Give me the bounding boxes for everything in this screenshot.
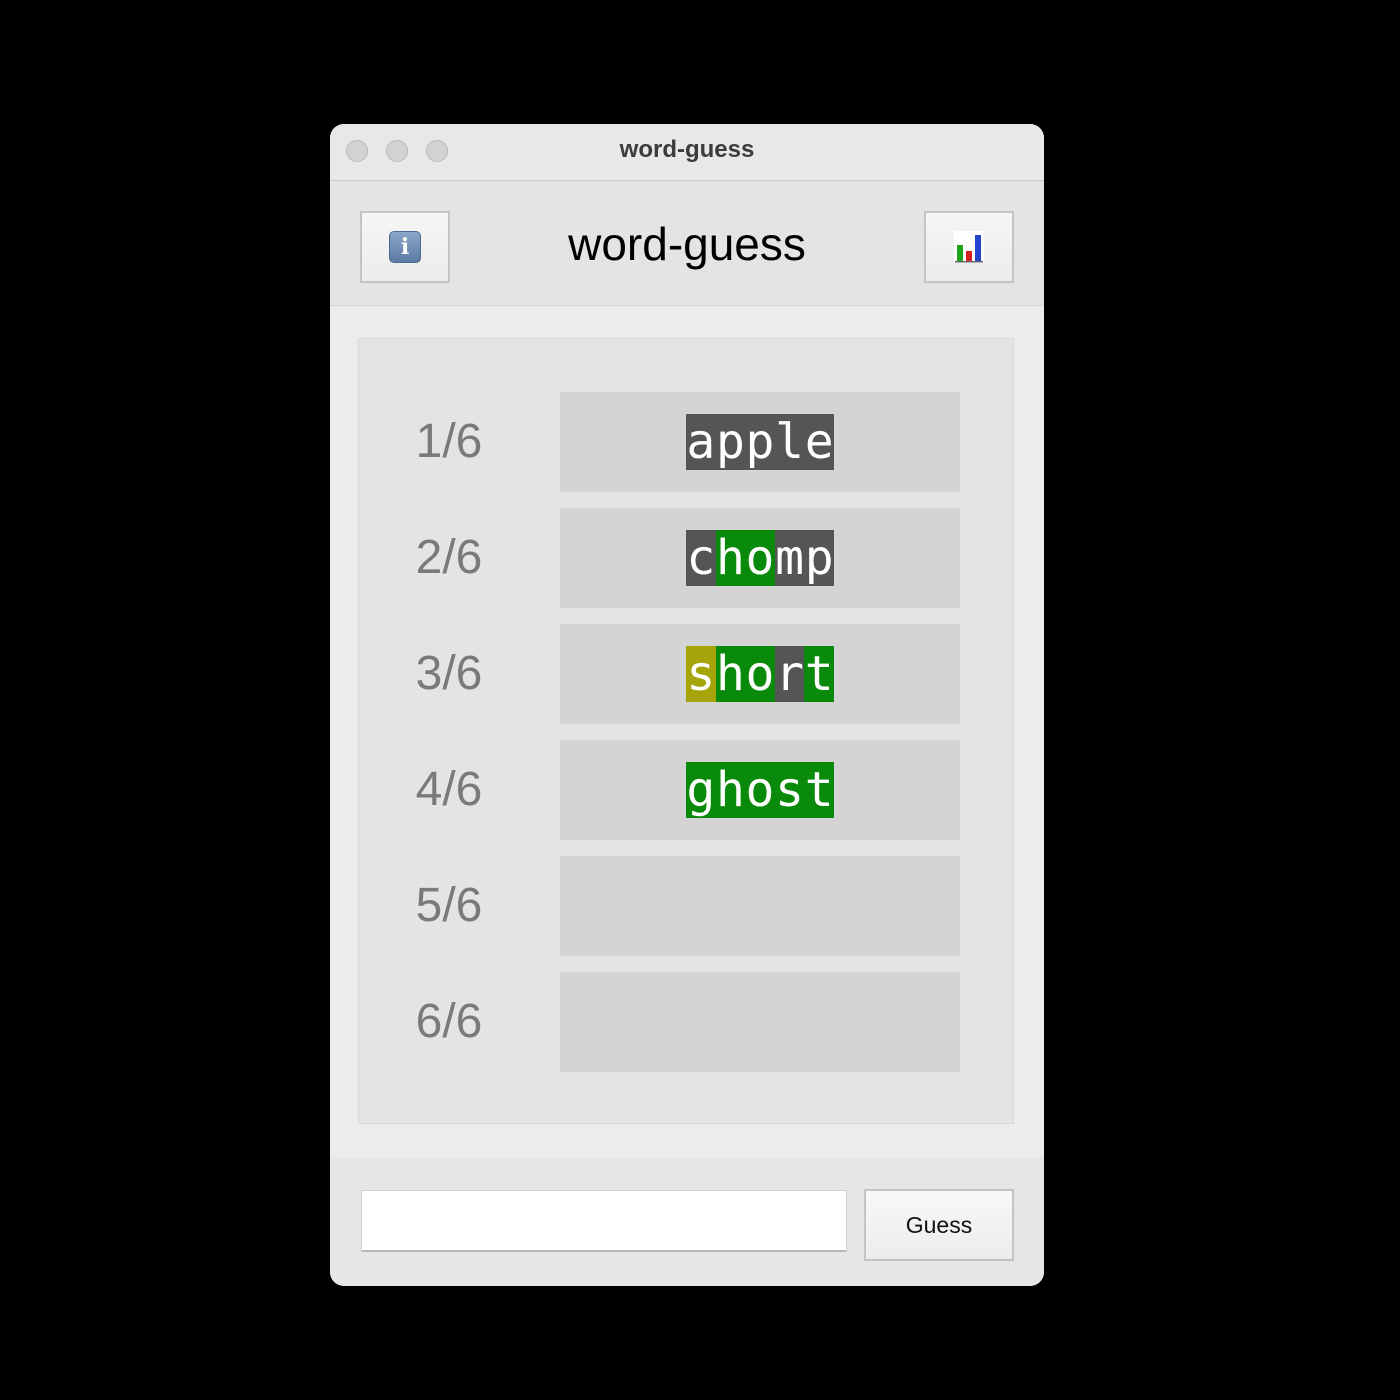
letter-tile-correct: h bbox=[715, 530, 746, 586]
window-title: word-guess bbox=[619, 136, 755, 163]
guess-word: apple bbox=[686, 414, 834, 470]
letter-tile-correct: h bbox=[715, 646, 746, 702]
guess-word: ghost bbox=[686, 762, 834, 818]
letter-tile-correct: o bbox=[745, 530, 775, 586]
letter-tile-absent: a bbox=[686, 414, 716, 470]
app-window: word-guess i word-guess 1/6 a p p l e 2/6 c h o m p… bbox=[330, 124, 1044, 1286]
guess-row bbox=[560, 972, 960, 1072]
title-bar: word-guess bbox=[330, 124, 1044, 181]
letter-tile-correct: o bbox=[745, 762, 775, 818]
guess-row: apple bbox=[560, 392, 960, 492]
letter-tile-absent: m bbox=[774, 530, 805, 586]
letter-tile-correct: h bbox=[715, 762, 746, 818]
stats-button[interactable] bbox=[924, 211, 1014, 283]
letter-tile-correct: s bbox=[774, 762, 805, 818]
letter-tile-absent: p bbox=[745, 414, 775, 470]
guess-row: chomp bbox=[560, 508, 960, 608]
row-label: 2/6 bbox=[415, 531, 483, 584]
letter-tile-absent: p bbox=[804, 530, 834, 586]
letter-tile-absent: r bbox=[774, 646, 805, 702]
letter-tile-absent: p bbox=[715, 414, 746, 470]
guess-word: short bbox=[686, 646, 834, 702]
letter-tile-absent: e bbox=[804, 414, 834, 470]
letter-tile-present: s bbox=[686, 646, 716, 702]
letter-tile-correct: o bbox=[745, 646, 775, 702]
row-label: 6/6 bbox=[415, 995, 483, 1048]
input-bar: Guess bbox=[330, 1158, 1044, 1286]
guess-row: short bbox=[560, 624, 960, 724]
row-label: 5/6 bbox=[415, 879, 483, 932]
row-label: 1/6 bbox=[415, 415, 483, 468]
guess-board: 1/6 a p p l e 2/6 c h o m p 3/6 s h o r t 4/6 g h o s t 5/6 6/6 bbox=[358, 338, 1014, 1124]
letter-tile-absent: c bbox=[686, 530, 716, 586]
guess-button[interactable]: Guess bbox=[864, 1189, 1014, 1261]
letter-tile-correct: g bbox=[686, 762, 716, 818]
guess-word: chomp bbox=[686, 530, 834, 586]
row-label: 4/6 bbox=[415, 763, 483, 816]
guess-row: ghost bbox=[560, 740, 960, 840]
guess-input[interactable] bbox=[361, 1190, 847, 1252]
app-header: i word-guess bbox=[330, 181, 1044, 306]
letter-tile-absent: l bbox=[774, 414, 805, 470]
guess-row bbox=[560, 856, 960, 956]
letter-tile-correct: t bbox=[804, 762, 834, 818]
bar-chart-icon bbox=[954, 231, 984, 263]
row-label: 3/6 bbox=[415, 647, 483, 700]
letter-tile-correct: t bbox=[804, 646, 834, 702]
